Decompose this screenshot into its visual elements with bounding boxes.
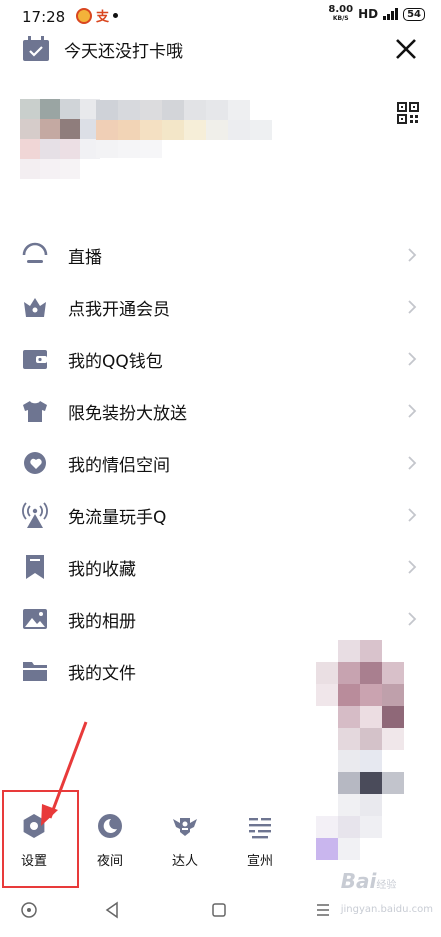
signal-icon — [383, 8, 399, 20]
notification-icons: 支 — [76, 6, 119, 25]
bookmark-icon — [26, 555, 44, 579]
menu-item-favorites[interactable]: 我的收藏 — [0, 541, 441, 593]
menu-item-album[interactable]: 我的相册 — [0, 593, 441, 645]
nickname-blurred[interactable] — [96, 100, 276, 160]
app-notification-icon — [76, 7, 92, 24]
menu-lines-icon[interactable] — [314, 901, 332, 919]
signal-tower-icon — [22, 502, 48, 528]
drawer-menu: 直播 点我开通会员 我的QQ钱包 限免装扮大放送 我的情侣空间 免流量玩手Q 我… — [0, 229, 441, 697]
hd-indicator: HD — [358, 7, 379, 21]
checkin-text: 今天还没打卡哦 — [64, 41, 183, 62]
couple-heart-icon — [24, 452, 46, 474]
avatar[interactable] — [20, 99, 100, 179]
menu-item-label: 我的文件 — [68, 663, 136, 684]
network-speed: 8.00 KB/S — [328, 5, 353, 23]
menu-item-couple-space[interactable]: 我的情侣空间 — [0, 437, 441, 489]
city-label: 宣州 — [246, 854, 273, 869]
watermark-sub: 经验 — [376, 880, 397, 891]
vip-crown-icon — [24, 298, 46, 317]
haze-icon — [249, 818, 271, 839]
chevron-right-icon — [408, 248, 417, 262]
chevron-right-icon — [408, 404, 417, 418]
menu-item-label: 限免装扮大放送 — [68, 403, 187, 424]
expert-button[interactable]: 达人 — [155, 812, 215, 869]
menu-item-live[interactable]: 直播 — [0, 229, 441, 281]
calendar-check-icon — [23, 36, 49, 61]
photo-icon — [23, 609, 47, 629]
wallet-icon — [23, 350, 47, 369]
night-mode-label: 夜间 — [96, 854, 123, 869]
checkin-row[interactable]: 今天还没打卡哦 — [22, 36, 183, 62]
menu-item-label: 我的情侣空间 — [68, 455, 170, 476]
more-notifications-icon — [113, 13, 119, 18]
menu-item-label: 直播 — [68, 247, 102, 268]
live-icon — [22, 242, 48, 263]
watermark-brand: Bai — [340, 869, 377, 893]
chevron-right-icon — [408, 508, 417, 522]
baidu-watermark: Bai经验 jingyan.baidu.com — [341, 869, 433, 917]
alipay-notification-icon: 支 — [96, 10, 110, 25]
menu-item-free-data[interactable]: 免流量玩手Q — [0, 489, 441, 541]
status-time: 17:28 — [22, 8, 66, 26]
menu-item-outfit[interactable]: 限免装扮大放送 — [0, 385, 441, 437]
expert-label: 达人 — [171, 854, 198, 869]
menu-item-label: 点我开通会员 — [68, 299, 170, 320]
network-speed-value: 8.00 — [328, 4, 354, 15]
chevron-right-icon — [408, 300, 417, 314]
network-speed-unit: KB/S — [332, 15, 349, 22]
annotation-arrow-icon — [41, 721, 88, 826]
chevron-right-icon — [408, 560, 417, 574]
status-bar: 17:28 支 8.00 KB/S HD 54 — [0, 0, 441, 30]
qr-code-icon[interactable] — [397, 102, 419, 124]
recents-square-icon[interactable] — [210, 901, 228, 919]
expert-wings-icon — [173, 818, 197, 836]
watermark-url: jingyan.baidu.com — [340, 904, 433, 915]
menu-item-label: 我的相册 — [68, 611, 136, 632]
close-icon[interactable] — [393, 36, 419, 62]
back-triangle-icon[interactable] — [103, 901, 121, 919]
battery-level: 54 — [403, 7, 425, 21]
home-circle-icon[interactable] — [20, 901, 38, 919]
menu-item-vip[interactable]: 点我开通会员 — [0, 281, 441, 333]
city-weather-button[interactable]: 宣州 — [230, 812, 290, 869]
status-indicators: 8.00 KB/S HD 54 — [328, 5, 425, 23]
menu-item-wallet[interactable]: 我的QQ钱包 — [0, 333, 441, 385]
chevron-right-icon — [408, 456, 417, 470]
chevron-right-icon — [408, 612, 417, 626]
menu-item-label: 我的收藏 — [68, 559, 136, 580]
chevron-right-icon — [408, 352, 417, 366]
shirt-icon — [23, 401, 47, 422]
folder-icon — [23, 662, 47, 681]
moon-icon — [98, 814, 122, 838]
menu-item-label: 免流量玩手Q — [68, 507, 167, 528]
menu-item-label: 我的QQ钱包 — [68, 351, 163, 372]
